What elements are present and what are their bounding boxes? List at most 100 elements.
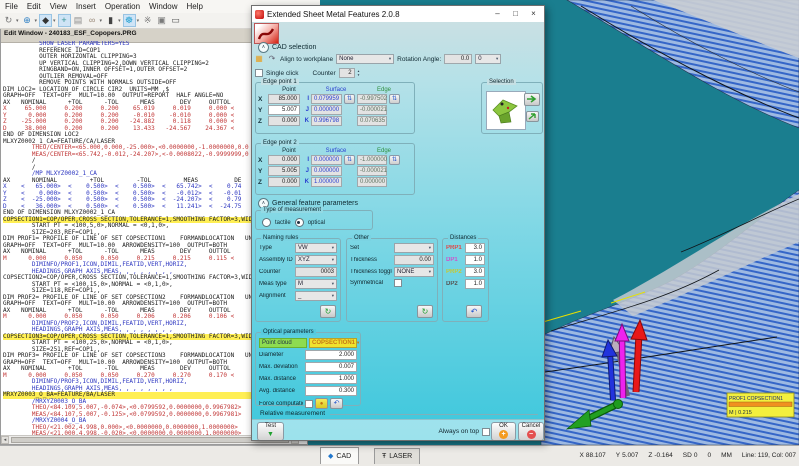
counter-field[interactable]: 2 xyxy=(338,68,355,78)
dropdown-caret[interactable]: ▾ xyxy=(137,18,140,24)
rotation-step-select[interactable]: 0 ▾ xyxy=(475,54,502,64)
snapshot-icon[interactable]: ▣ xyxy=(155,14,168,27)
scrollbar-thumb[interactable] xyxy=(11,437,289,443)
ep1-z-edge-field[interactable]: 0.070635 xyxy=(357,116,387,126)
tactile-radio[interactable] xyxy=(262,218,271,227)
distance-prp1-field[interactable]: 3.0 xyxy=(465,243,485,253)
naming-type-select[interactable]: VW ▾ xyxy=(295,243,337,253)
ep1-y-edge-field[interactable]: -0.000021 xyxy=(357,105,387,115)
naming-counter-field[interactable]: 0003 xyxy=(295,267,337,277)
other-thickness-field[interactable]: 0.00 xyxy=(394,255,434,265)
cube-icon[interactable]: ◆ xyxy=(39,14,53,27)
grid-icon[interactable]: ▦ xyxy=(254,54,264,64)
optical-diameter-field[interactable]: 2.000 xyxy=(305,350,357,360)
optical-max-distance-field[interactable]: 1.000 xyxy=(305,374,357,384)
menu-item-help[interactable]: Help xyxy=(187,2,203,11)
optical-radio[interactable] xyxy=(294,218,304,227)
naming-refresh-button[interactable]: ↻ xyxy=(320,305,336,318)
ep1-z-surface-field[interactable]: 0.996798 xyxy=(311,116,342,126)
other-symmetrical-checkbox[interactable] xyxy=(394,279,402,287)
network-icon[interactable]: ※ xyxy=(141,14,154,27)
other-thickness-toggle-select[interactable]: NONE ▾ xyxy=(394,267,434,277)
other-refresh-button[interactable]: ↻ xyxy=(417,305,433,318)
minimize-button[interactable]: – xyxy=(490,7,505,21)
edge-graph-button[interactable]: ⇅ xyxy=(389,94,400,104)
dropdown-caret[interactable]: ▾ xyxy=(53,18,56,24)
ep1-x-point-field[interactable]: 85.000 xyxy=(268,94,300,104)
naming-assembly-id-select[interactable]: XYZ ▾ xyxy=(295,255,337,265)
optical-avg-distance-field[interactable]: 0.300 xyxy=(305,386,357,396)
compute-button[interactable]: ● xyxy=(315,398,328,409)
wheel-icon[interactable]: ☸ xyxy=(122,14,136,27)
spin-down-icon[interactable]: ▾ xyxy=(358,73,360,77)
optical-max-deviation-field[interactable]: 0.007 xyxy=(305,362,357,372)
counter-stepper[interactable]: ▴ ▾ xyxy=(358,69,360,77)
close-button[interactable]: × xyxy=(526,7,541,21)
user-icon[interactable]: ▮ xyxy=(104,14,117,27)
ep2-z-point-field[interactable]: 0.000 xyxy=(268,177,300,187)
selection-pick-button[interactable] xyxy=(526,111,539,122)
collapse-cad-selection-button[interactable]: ∧ xyxy=(258,42,269,53)
always-on-top-checkbox[interactable] xyxy=(482,428,490,436)
ep1-x-edge-field[interactable]: -0.997502 xyxy=(357,94,387,104)
tab-laser[interactable]: Ŧ LASER xyxy=(374,448,421,464)
pan-icon[interactable]: + xyxy=(57,14,71,27)
dropdown-caret[interactable]: ▾ xyxy=(118,18,121,24)
optical-undo-button[interactable]: ↶ xyxy=(330,398,343,409)
align-workplane-select[interactable]: None ▾ xyxy=(336,54,395,64)
distance-prp2-field[interactable]: 3.0 xyxy=(465,267,485,277)
ep1-y-surface-field[interactable]: 0.000000 xyxy=(311,105,342,115)
ep1-z-point-field[interactable]: 0.000 xyxy=(268,116,300,126)
ep2-x-surface-field[interactable]: 0.000000 xyxy=(311,155,342,165)
distance-dp2-field[interactable]: 1.0 xyxy=(465,279,485,289)
dropdown-caret[interactable]: ▾ xyxy=(16,18,19,24)
ep2-y-edge-field[interactable]: -0.000021 xyxy=(357,166,387,176)
ep2-z-edge-field[interactable]: 0.000000 xyxy=(357,177,387,187)
tab-cad[interactable]: ◆ CAD xyxy=(320,447,360,464)
scroll-left-icon[interactable]: ◂ xyxy=(1,436,9,444)
ep2-x-edge-field[interactable]: -1.000000 xyxy=(357,155,387,165)
menu-item-insert[interactable]: Insert xyxy=(76,2,96,11)
ok-button[interactable]: OK + xyxy=(491,422,516,440)
workplane-rotate-icon[interactable]: ↷ xyxy=(267,54,277,64)
cancel-button[interactable]: Cancel − xyxy=(518,422,544,440)
force-computation-checkbox[interactable] xyxy=(305,399,313,408)
orbit-icon[interactable]: ↻ xyxy=(2,14,15,27)
menu-item-file[interactable]: File xyxy=(5,2,18,11)
distances-undo-button[interactable]: ↶ xyxy=(466,305,482,318)
link-icon[interactable]: ∞ xyxy=(86,14,99,27)
maximize-button[interactable]: □ xyxy=(508,7,523,21)
dropdown-caret[interactable]: ▾ xyxy=(100,18,103,24)
surface-graph-button[interactable]: ⇅ xyxy=(344,94,355,104)
ep2-y-point-field[interactable]: 5.005 xyxy=(268,166,300,176)
naming-meas-type-select[interactable]: M ▾ xyxy=(295,279,337,289)
globe-icon[interactable]: ⊕ xyxy=(21,14,34,27)
selection-preview[interactable] xyxy=(486,91,526,130)
menu-item-edit[interactable]: Edit xyxy=(27,2,41,11)
menu-item-window[interactable]: Window xyxy=(149,2,177,11)
selection-add-button[interactable] xyxy=(524,93,540,106)
frame-icon[interactable]: ▭ xyxy=(169,14,182,27)
surface-graph-button[interactable]: ⇅ xyxy=(344,155,355,165)
menu-item-view[interactable]: View xyxy=(50,2,67,11)
menu-item-operation[interactable]: Operation xyxy=(105,2,140,11)
ep1-x-surface-field[interactable]: 0.079959 xyxy=(311,94,342,104)
test-button[interactable]: Test ▼ xyxy=(257,422,284,440)
dialog-titlebar[interactable]: Extended Sheet Metal Features 2.0.8 – □ … xyxy=(252,6,544,22)
optical-max-distance-label: Max. distance xyxy=(259,376,297,382)
ep1-y-point-field[interactable]: 5.007 xyxy=(268,105,300,115)
origin-sphere[interactable] xyxy=(613,399,623,409)
distance-dp1-field[interactable]: 1.0 xyxy=(465,255,485,265)
ep2-y-surface-field[interactable]: 0.000000 xyxy=(311,166,342,176)
single-click-checkbox[interactable] xyxy=(255,69,263,77)
ep2-z-surface-field[interactable]: 1.000000 xyxy=(311,177,342,187)
dropdown-caret[interactable]: ▾ xyxy=(35,18,38,24)
comment-icon[interactable]: ▤ xyxy=(72,14,85,27)
edge-graph-button[interactable]: ⇅ xyxy=(389,155,400,165)
tactile-label: tactile xyxy=(275,219,291,226)
rotation-angle-field[interactable]: 0.0 xyxy=(444,54,473,64)
ep2-x-point-field[interactable]: 0.000 xyxy=(268,155,300,165)
other-set-select[interactable]: ▾ xyxy=(394,243,434,253)
point-cloud-select[interactable]: COPSECTION1 ▾ xyxy=(309,338,359,348)
naming-alignment-select[interactable]: _ ▾ xyxy=(295,291,337,301)
